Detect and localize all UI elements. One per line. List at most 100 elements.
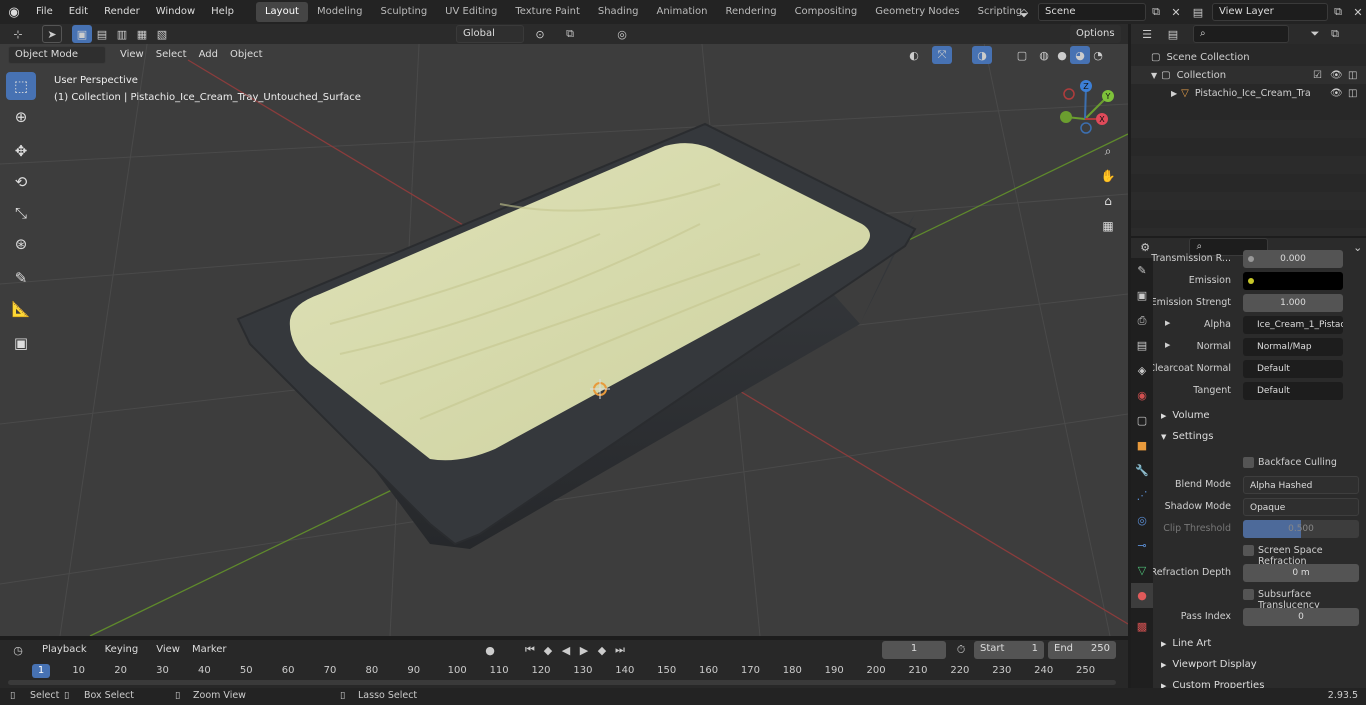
normal-field[interactable]: Normal/Map [1243,338,1343,356]
new-view-layer-icon[interactable]: ⧉ [1328,3,1348,21]
render-camera-icon[interactable]: ◫ [1348,70,1357,81]
annotate-icon[interactable]: ✎ [6,264,36,292]
world-tab-icon[interactable]: ◉ [1131,383,1153,408]
visibility-icon[interactable]: ◐ [904,46,924,64]
material-tab-icon[interactable]: ● [1131,583,1153,608]
screen-space-refraction-checkbox[interactable] [1243,545,1254,556]
pass-index-field[interactable]: 0 [1243,608,1359,626]
mode-subtract-icon[interactable]: ▥ [112,25,132,43]
menu-keying[interactable]: Keying [99,641,145,659]
menu-select[interactable]: Select [150,46,193,64]
menu-marker[interactable]: Marker [186,641,233,659]
current-frame-field[interactable]: 1 [882,641,946,659]
wireframe-shading-icon[interactable]: ◍ [1034,46,1054,64]
tab-rendering[interactable]: Rendering [716,2,785,22]
modifier-tab-icon[interactable]: 🔧 [1131,458,1153,483]
xray-icon[interactable]: ▢ [1012,46,1032,64]
editor-type-icon[interactable]: ⊹ [8,25,28,43]
menu-help[interactable]: Help [203,0,242,24]
menu-view[interactable]: View [114,46,150,64]
line-art-section[interactable]: ▶ Line Art [1153,634,1366,654]
view-layer-icon[interactable]: ▤ [1188,3,1208,21]
material-shading-icon[interactable]: ◕ [1070,46,1090,64]
scene-icon[interactable]: ⬙ [1014,3,1034,21]
expand-arrow-icon[interactable]: ▼ [1151,71,1157,80]
play-icon[interactable]: ▶ [574,641,594,659]
settings-section[interactable]: ▼ Settings [1153,427,1366,447]
timeline-editor-icon[interactable]: ◷ [8,641,28,659]
mode-extend-icon[interactable]: ▤ [92,25,112,43]
transform-orientation-dropdown[interactable]: Global [456,25,524,43]
volume-section[interactable]: ▶ Volume [1153,406,1366,426]
prev-keyframe-icon[interactable]: ◆ [538,641,558,659]
menu-edit[interactable]: Edit [61,0,96,24]
tab-shading[interactable]: Shading [589,2,648,22]
exclude-checkbox-icon[interactable]: ☑ [1313,70,1322,81]
scene-name-field[interactable]: Scene [1038,3,1146,21]
move-icon[interactable]: ✥ [6,137,36,165]
tab-layout[interactable]: Layout [255,2,308,22]
pivot-icon[interactable]: ⊙ [530,25,550,43]
blend-mode-dropdown[interactable]: Alpha Hashed [1243,476,1359,494]
object-row[interactable]: ▶ ▽ Pistachio_Ice_Cream_Tra 👁 ◫ [1131,84,1366,102]
grid-icon[interactable]: ▦ [1097,215,1119,237]
start-frame-field[interactable]: Start 1 [974,641,1044,659]
custom-properties-section[interactable]: ▶ Custom Properties [1153,676,1366,688]
options-dropdown[interactable]: Options [1070,25,1121,43]
emission-color-field[interactable] [1243,272,1343,290]
cursor-icon[interactable]: ⊕ [6,103,36,131]
tab-texture-paint[interactable]: Texture Paint [506,2,589,22]
filter-icon[interactable]: ⏷ [1305,25,1325,43]
render-tab-icon[interactable]: ▣ [1131,283,1153,308]
visibility-eye-icon[interactable]: 👁 [1330,88,1343,99]
transmission-field[interactable]: 0.000 [1243,250,1343,268]
data-tab-icon[interactable]: ▽ [1131,558,1153,583]
scene-tab-icon[interactable]: ◈ [1131,358,1153,383]
gizmo-toggle-icon[interactable]: ⤧ [932,46,952,64]
refraction-depth-field[interactable]: 0 m [1243,564,1359,582]
new-scene-icon[interactable]: ⧉ [1146,3,1166,21]
menu-timeline-view[interactable]: View [150,641,186,659]
backface-culling-checkbox[interactable] [1243,457,1254,468]
new-collection-icon[interactable]: ⧉ [1325,25,1345,43]
add-cube-icon[interactable]: ▣ [6,329,36,357]
menu-file[interactable]: File [28,0,61,24]
scene-collection-row[interactable]: ▢ Scene Collection [1131,48,1366,66]
object-mode-dropdown[interactable]: Object Mode [8,46,106,64]
record-icon[interactable]: ● [480,641,500,659]
proportional-edit-icon[interactable]: ◎ [612,25,632,43]
select-box-icon[interactable]: ⬚ [6,72,36,100]
jump-start-icon[interactable]: ⏮ [520,641,540,659]
overlay-toggle-icon[interactable]: ◑ [972,46,992,64]
camera-icon[interactable]: ⌂ [1097,190,1119,212]
particles-tab-icon[interactable]: ⋰ [1131,483,1153,508]
tab-animation[interactable]: Animation [648,2,717,22]
subsurface-translucency-checkbox[interactable] [1243,589,1254,600]
navigation-gizmo[interactable]: Y Z X [1050,74,1120,144]
display-mode-icon[interactable]: ▤ [1163,25,1183,43]
collection-tab-icon[interactable]: ▢ [1131,408,1153,433]
tab-uv-editing[interactable]: UV Editing [436,2,506,22]
solid-shading-icon[interactable]: ● [1052,46,1072,64]
transform-icon[interactable]: ⊛ [6,230,36,258]
expand-arrow-icon[interactable]: ▶ [1171,89,1177,98]
menu-object[interactable]: Object [224,46,269,64]
alpha-expand-icon[interactable]: ▶ [1165,319,1170,327]
play-reverse-icon[interactable]: ◀ [556,641,576,659]
scale-icon[interactable]: ⤡ [6,199,36,227]
render-camera-icon[interactable]: ◫ [1348,88,1357,99]
mode-invert-icon[interactable]: ▦ [132,25,152,43]
delete-scene-icon[interactable]: ✕ [1166,3,1186,21]
clearcoat-normal-field[interactable]: Default [1243,360,1343,378]
blender-logo-icon[interactable]: ◉ [0,0,28,24]
jump-end-icon[interactable]: ⏭ [610,641,630,659]
mode-new-icon[interactable]: ▣ [72,25,92,43]
pan-hand-icon[interactable]: ✋ [1097,165,1119,187]
physics-tab-icon[interactable]: ◎ [1131,508,1153,533]
zoom-icon[interactable]: ⌕ [1097,140,1119,162]
menu-add[interactable]: Add [193,46,224,64]
tool-tab-icon[interactable]: ✎ [1131,258,1153,283]
object-tab-icon[interactable]: ■ [1131,433,1153,458]
measure-icon[interactable]: 📐 [6,295,36,323]
3d-viewport[interactable]: ⊹ ➤ ▣ ▤ ▥ ▦ ▧ Global ⊙ ⧉ ◎ Options Objec… [0,24,1128,636]
